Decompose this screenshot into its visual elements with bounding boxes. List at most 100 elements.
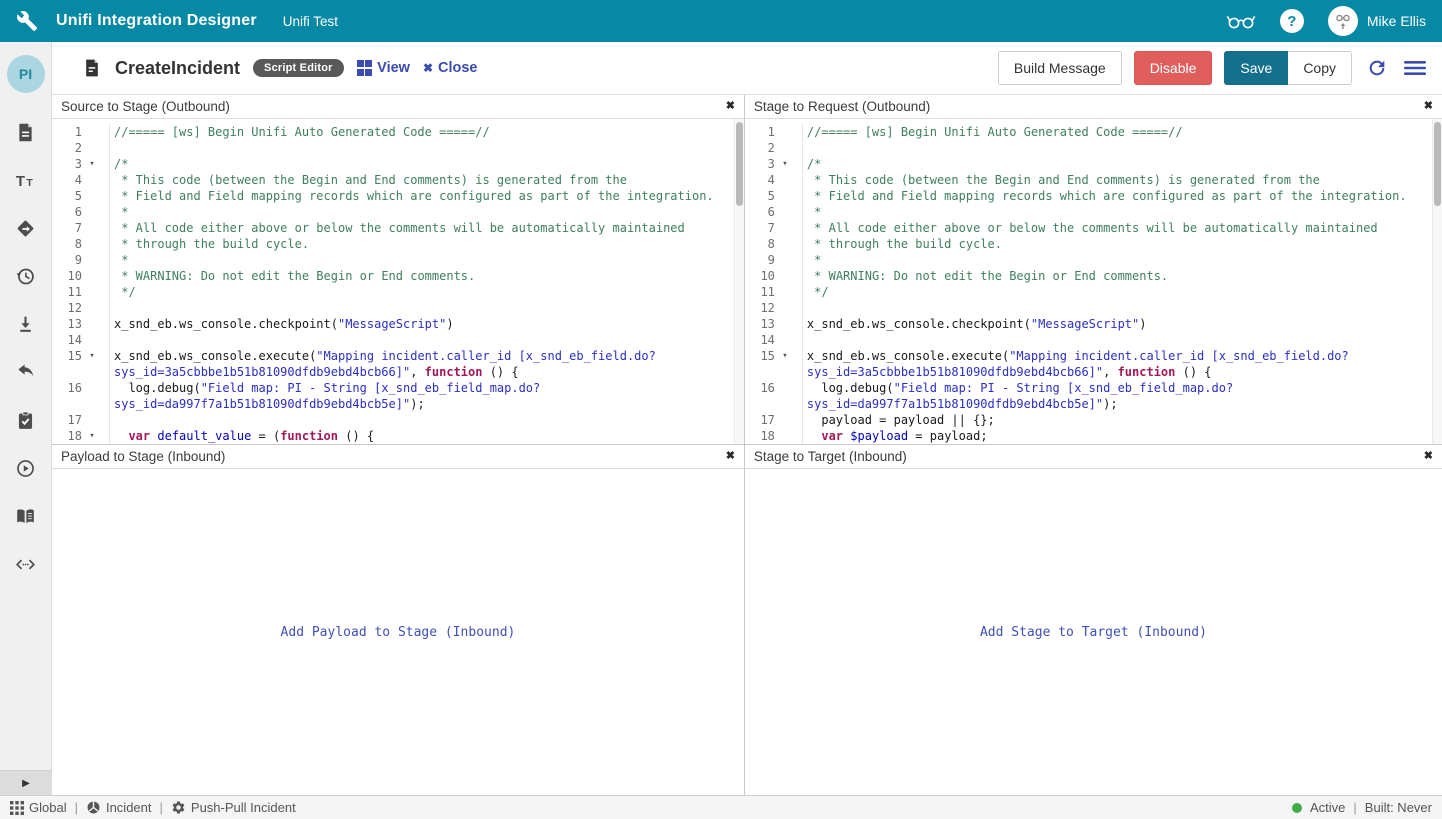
code-line: 15▾x_snd_eb.ws_console.execute("Mapping … <box>745 348 1432 380</box>
code-text: x_snd_eb.ws_console.checkpoint("MessageS… <box>802 316 1432 332</box>
panel-close-icon[interactable]: ✖ <box>726 451 735 462</box>
document-icon[interactable] <box>15 122 36 143</box>
grid-icon <box>10 801 24 815</box>
fold-spacer <box>82 172 102 188</box>
download-icon[interactable] <box>15 314 36 335</box>
documentation-book-icon[interactable] <box>15 506 36 527</box>
close-button[interactable]: ✖ Close <box>423 60 478 76</box>
copy-button[interactable]: Copy <box>1288 51 1352 85</box>
record-toolbar: CreateIncident Script Editor View ✖ Clos… <box>52 42 1442 95</box>
code-line: 2 <box>52 140 734 156</box>
fold-arrow-icon[interactable]: ▾ <box>775 156 795 172</box>
glasses-icon[interactable] <box>1226 13 1256 29</box>
fold-spacer <box>775 172 795 188</box>
panel-close-icon[interactable]: ✖ <box>726 101 735 112</box>
code-text: x_snd_eb.ws_console.checkpoint("MessageS… <box>109 316 734 332</box>
code-text <box>109 332 734 348</box>
code-line: 14 <box>52 332 734 348</box>
app-item[interactable]: Incident <box>86 800 152 815</box>
wrench-icon[interactable] <box>16 10 38 32</box>
view-button[interactable]: View <box>357 60 410 76</box>
code-line: 11 */ <box>52 284 734 300</box>
code-text: var $payload = payload; <box>802 428 1432 444</box>
code-line: 6 * <box>745 204 1432 220</box>
fold-spacer <box>775 316 795 332</box>
scrollbar[interactable] <box>1432 119 1442 444</box>
code-editor-source-to-stage[interactable]: 1//===== [ws] Begin Unifi Auto Generated… <box>52 119 734 444</box>
fold-spacer <box>775 188 795 204</box>
text-format-icon[interactable]: TT <box>15 170 36 191</box>
fold-spacer <box>775 140 795 156</box>
line-number: 15 <box>745 348 775 380</box>
sidebar-expand-button[interactable]: ▶ <box>0 770 52 795</box>
code-line: 16 log.debug("Field map: PI - String [x_… <box>52 380 734 412</box>
refresh-icon[interactable] <box>1364 55 1390 81</box>
add-stage-to-target-link[interactable]: Add Stage to Target (Inbound) <box>980 625 1207 640</box>
scrollbar-thumb[interactable] <box>736 122 743 206</box>
code-line: 7 * All code either above or below the c… <box>745 220 1432 236</box>
code-text: * <box>802 204 1432 220</box>
panel-close-icon[interactable]: ✖ <box>1424 101 1433 112</box>
menu-icon[interactable] <box>1402 55 1428 81</box>
code-icon[interactable] <box>15 554 36 575</box>
integration-avatar-label: PI <box>19 66 32 82</box>
fold-spacer <box>775 412 795 428</box>
fold-spacer <box>775 236 795 252</box>
clipboard-check-icon[interactable] <box>15 410 36 431</box>
build-message-button[interactable]: Build Message <box>998 51 1122 85</box>
code-line: 9 * <box>745 252 1432 268</box>
user-menu[interactable]: Mike Ellis <box>1328 6 1426 36</box>
code-line: 5 * Field and Field mapping records whic… <box>745 188 1432 204</box>
built-status-label: Built: Never <box>1365 800 1432 815</box>
code-line: 13x_snd_eb.ws_console.checkpoint("Messag… <box>745 316 1432 332</box>
undo-icon[interactable] <box>15 362 36 383</box>
workspace-item[interactable]: Global <box>10 800 67 815</box>
code-text: * This code (between the Begin and End c… <box>109 172 734 188</box>
fold-arrow-icon[interactable]: ▾ <box>82 348 102 380</box>
code-line: 14 <box>745 332 1432 348</box>
code-line: 7 * All code either above or below the c… <box>52 220 734 236</box>
code-text <box>802 300 1432 316</box>
expand-arrow-icon: ▶ <box>22 778 30 789</box>
user-name: Mike Ellis <box>1367 13 1426 29</box>
left-sidebar: PI TT <box>0 42 52 795</box>
panel-close-icon[interactable]: ✖ <box>1424 451 1433 462</box>
fold-spacer <box>775 300 795 316</box>
code-text: //===== [ws] Begin Unifi Auto Generated … <box>109 124 734 140</box>
environment-label: Unifi Test <box>283 14 338 29</box>
save-button[interactable]: Save <box>1224 51 1288 85</box>
line-number: 9 <box>52 252 82 268</box>
diamond-arrow-icon[interactable] <box>15 218 36 239</box>
scrollbar-thumb[interactable] <box>1434 122 1441 206</box>
fold-spacer <box>82 284 102 300</box>
code-line: 1//===== [ws] Begin Unifi Auto Generated… <box>745 124 1432 140</box>
script-editor-badge: Script Editor <box>253 59 344 77</box>
run-icon[interactable] <box>15 458 36 479</box>
line-number: 5 <box>52 188 82 204</box>
code-line: 5 * Field and Field mapping records whic… <box>52 188 734 204</box>
disable-button[interactable]: Disable <box>1134 51 1213 85</box>
workspace-label: Global <box>29 800 67 815</box>
fold-spacer <box>775 252 795 268</box>
integration-avatar[interactable]: PI <box>7 55 45 93</box>
scrollbar[interactable] <box>734 119 744 444</box>
line-number: 10 <box>52 268 82 284</box>
history-icon[interactable] <box>15 266 36 287</box>
integration-item[interactable]: Push-Pull Incident <box>171 800 296 815</box>
line-number: 6 <box>745 204 775 220</box>
code-editor-stage-to-request[interactable]: 1//===== [ws] Begin Unifi Auto Generated… <box>745 119 1432 444</box>
code-text: * through the build cycle. <box>802 236 1432 252</box>
incident-icon <box>86 800 101 815</box>
fold-arrow-icon[interactable]: ▾ <box>82 156 102 172</box>
fold-arrow-icon[interactable]: ▾ <box>775 348 795 380</box>
line-number: 16 <box>745 380 775 412</box>
script-panels: Source to Stage (Outbound) ✖ 1//===== [w… <box>52 95 1442 795</box>
fold-arrow-icon[interactable]: ▾ <box>82 428 102 444</box>
help-icon[interactable]: ? <box>1280 9 1304 33</box>
active-status-label: Active <box>1310 800 1345 815</box>
fold-spacer <box>775 204 795 220</box>
add-payload-to-stage-link[interactable]: Add Payload to Stage (Inbound) <box>281 625 516 640</box>
code-line: 17 payload = payload || {}; <box>745 412 1432 428</box>
code-line: 18 var $payload = payload; <box>745 428 1432 444</box>
code-text <box>109 140 734 156</box>
